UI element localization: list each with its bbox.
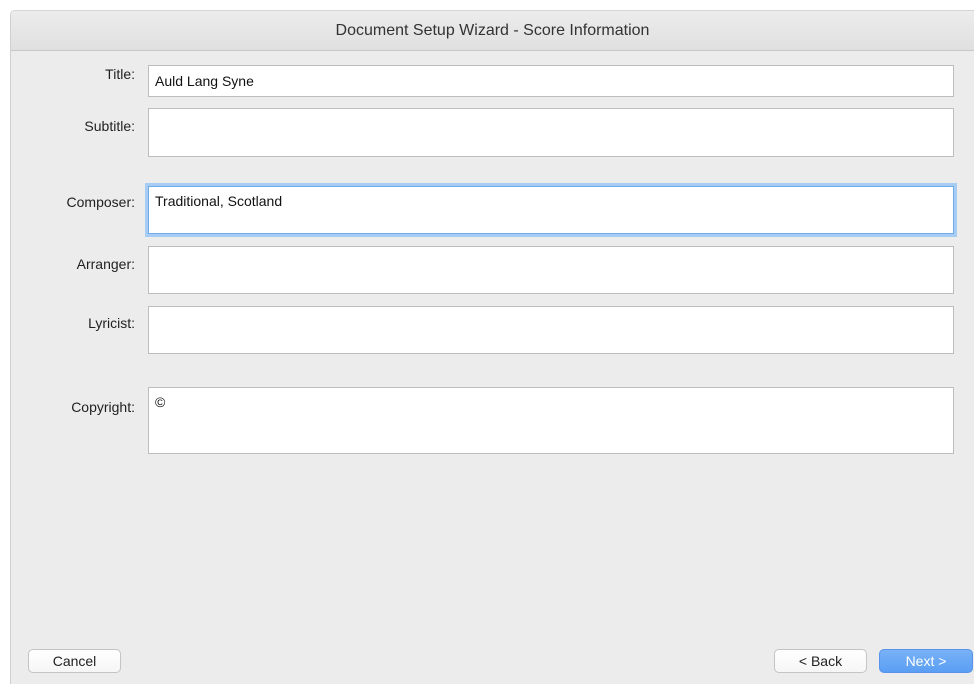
copyright-field[interactable]: © [148, 387, 954, 454]
back-button[interactable]: < Back [774, 649, 867, 673]
composer-field[interactable]: Traditional, Scotland [148, 186, 954, 234]
composer-label: Composer: [66, 194, 135, 210]
title-label: Title: [105, 66, 135, 82]
arranger-label: Arranger: [76, 256, 135, 272]
window-title: Document Setup Wizard - Score Informatio… [11, 11, 974, 51]
lyricist-field[interactable] [148, 306, 954, 354]
next-button[interactable]: Next > [879, 649, 973, 673]
copyright-label: Copyright: [71, 399, 135, 415]
arranger-field[interactable] [148, 246, 954, 294]
lyricist-label: Lyricist: [88, 315, 135, 331]
subtitle-label: Subtitle: [84, 118, 135, 134]
wizard-window: Document Setup Wizard - Score Informatio… [10, 10, 974, 684]
title-field[interactable] [148, 65, 954, 97]
subtitle-field[interactable] [148, 108, 954, 157]
cancel-button[interactable]: Cancel [28, 649, 121, 673]
